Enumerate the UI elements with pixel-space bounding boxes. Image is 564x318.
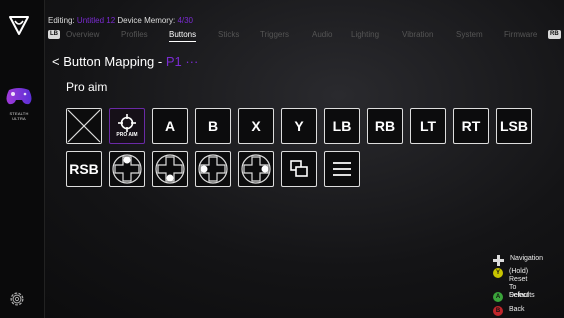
tab-overview[interactable]: Overview	[66, 30, 99, 39]
map-rt-button[interactable]: RT	[453, 108, 489, 144]
hint-select: A Select	[493, 292, 528, 302]
dpad-right-icon	[241, 154, 271, 184]
selected-button-name: Pro aim	[66, 80, 108, 94]
editing-profile-name: Untitled 12	[76, 16, 116, 25]
crosshair-icon	[118, 114, 136, 132]
tab-firmware[interactable]: Firmware	[504, 30, 537, 39]
tab-buttons[interactable]: Buttons	[169, 30, 197, 42]
page-title-text: Button Mapping -	[63, 54, 166, 69]
map-view-button[interactable]	[281, 151, 317, 187]
hint-select-label: Select	[509, 292, 529, 299]
device-memory-label: Device Memory:	[117, 16, 176, 25]
hint-navigation-label: Navigation	[510, 255, 544, 262]
view-icon	[290, 160, 308, 177]
map-x-button[interactable]: X	[238, 108, 274, 144]
main-tab-bar: LB Overview Profiles Buttons Sticks Trig…	[48, 30, 561, 42]
b-key-icon: B	[493, 306, 503, 316]
map-dpad-right-button[interactable]	[238, 151, 274, 187]
map-y-button[interactable]: Y	[281, 108, 317, 144]
tab-system[interactable]: System	[456, 30, 483, 39]
map-dpad-left-button[interactable]	[195, 151, 231, 187]
hint-reset-line1: (Hold) Reset	[509, 268, 529, 283]
lb-bumper-hint[interactable]: LB	[48, 30, 60, 39]
map-dpad-up-button[interactable]	[109, 151, 145, 187]
map-lsb-button[interactable]: LSB	[496, 108, 532, 144]
profile-status-bar: Editing: Untitled 12 Device Memory: 4/30	[48, 16, 193, 25]
back-chevron-icon[interactable]: <	[52, 54, 60, 69]
hint-back: B Back	[493, 306, 525, 316]
page-title-profile: P1 ···	[165, 54, 199, 69]
map-lb-button[interactable]: LB	[324, 108, 360, 144]
map-b-button[interactable]: B	[195, 108, 231, 144]
page-title: < Button Mapping - P1 ···	[52, 54, 198, 69]
device-memory-value: 4/30	[177, 16, 194, 25]
x-cross-icon	[67, 109, 101, 143]
dpad-down-icon	[155, 154, 185, 184]
turtle-beach-logo-icon	[9, 16, 29, 35]
pro-aim-button[interactable]: PRO AIM	[109, 108, 145, 144]
tab-lighting[interactable]: Lighting	[351, 30, 379, 39]
map-rb-button[interactable]: RB	[367, 108, 403, 144]
map-a-button[interactable]: A	[152, 108, 188, 144]
rb-bumper-hint[interactable]: RB	[548, 30, 561, 39]
tab-sticks[interactable]: Sticks	[218, 30, 239, 39]
dpad-icon	[493, 255, 504, 266]
tab-vibration[interactable]: Vibration	[402, 30, 433, 39]
map-rsb-button[interactable]: RSB	[66, 151, 102, 187]
device-selector[interactable]: STEALTH ULTRA	[4, 84, 34, 121]
dpad-left-icon	[198, 154, 228, 184]
hint-navigation: Navigation	[493, 255, 543, 266]
left-sidebar: STEALTH ULTRA	[0, 0, 45, 318]
editing-label: Editing:	[48, 16, 75, 25]
dpad-up-icon	[112, 154, 142, 184]
controller-icon	[6, 88, 32, 105]
hint-back-label: Back	[509, 306, 525, 313]
pro-aim-label: PRO AIM	[116, 132, 138, 138]
a-key-icon: A	[493, 292, 503, 302]
tab-profiles[interactable]: Profiles	[121, 30, 148, 39]
map-lt-button[interactable]: LT	[410, 108, 446, 144]
y-key-icon: Y	[493, 268, 503, 278]
map-menu-button[interactable]	[324, 151, 360, 187]
device-name-line2: ULTRA	[12, 116, 26, 121]
unmapped-option-button[interactable]	[66, 108, 102, 144]
menu-icon	[333, 162, 351, 176]
tab-audio[interactable]: Audio	[312, 30, 332, 39]
map-dpad-down-button[interactable]	[152, 151, 188, 187]
tab-triggers[interactable]: Triggers	[260, 30, 289, 39]
settings-gear-icon[interactable]	[8, 290, 26, 308]
